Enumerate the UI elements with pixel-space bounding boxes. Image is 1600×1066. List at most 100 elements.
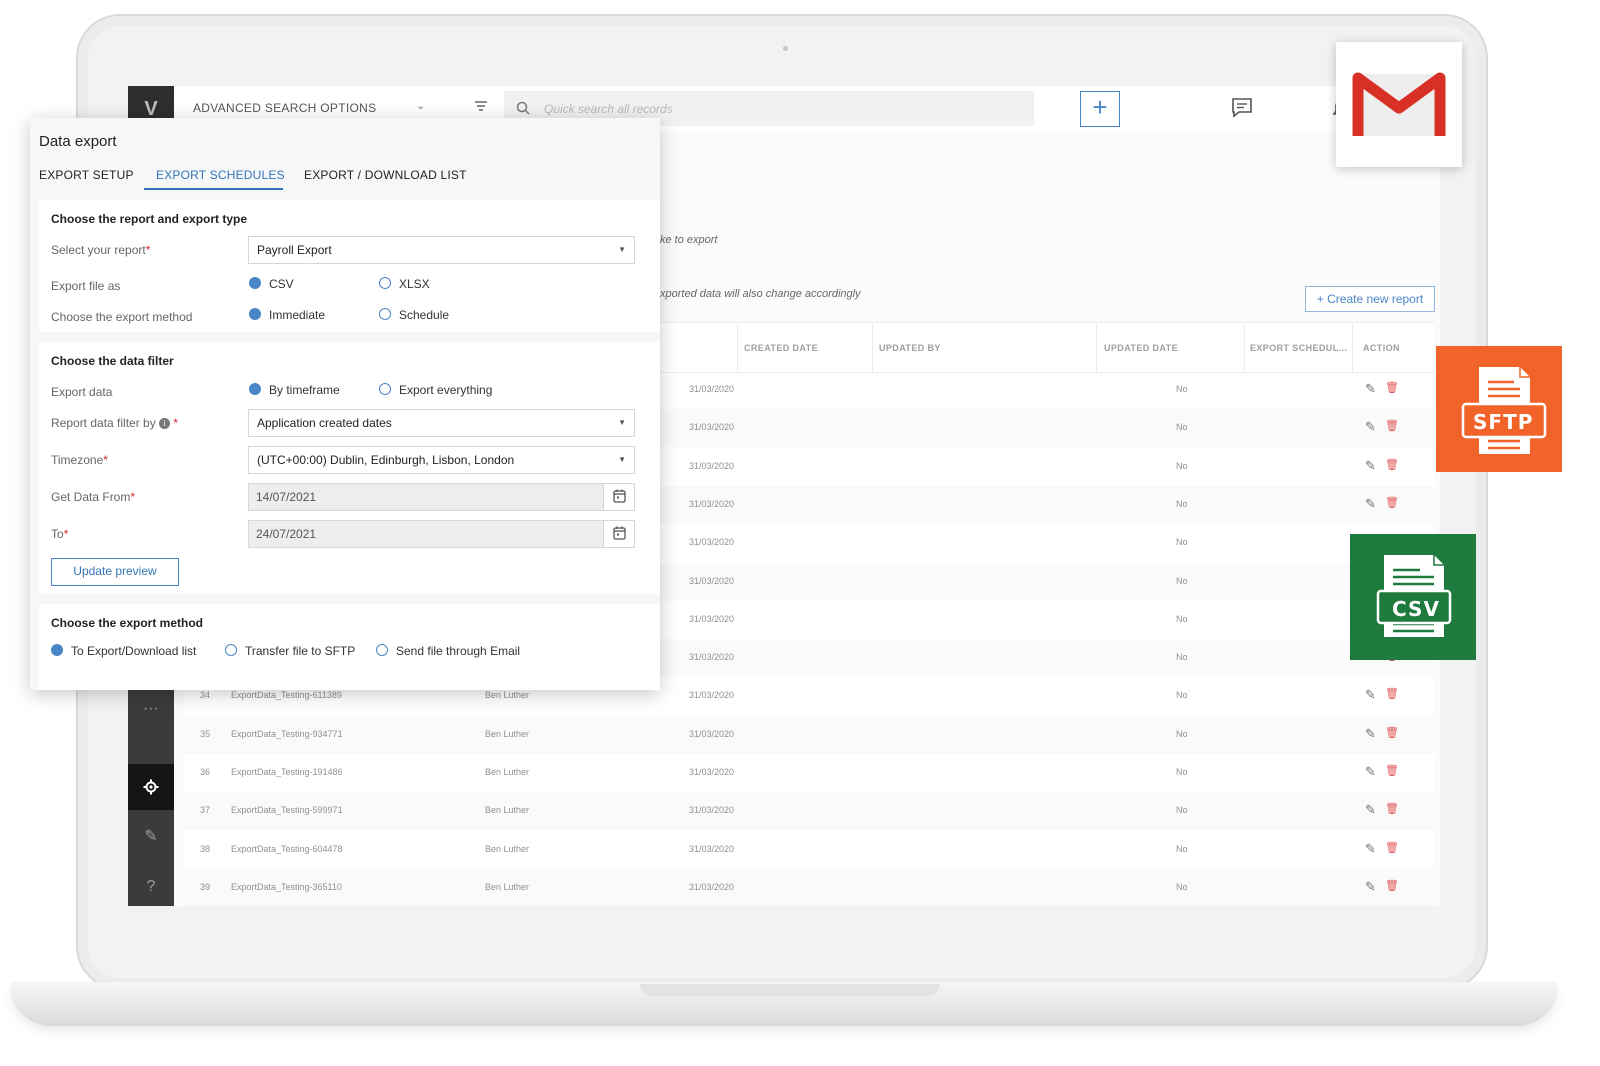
- export-format-label: Export file as: [51, 279, 121, 293]
- row-report-name: ExportData_Testing-934771: [231, 728, 343, 739]
- chevron-down-icon[interactable]: ⌄: [416, 99, 425, 112]
- trash-icon[interactable]: 🗑: [1385, 726, 1399, 739]
- row-created-date: 31/03/2020: [689, 767, 735, 777]
- col-export-schedule[interactable]: EXPORT SCHEDUL...: [1250, 343, 1347, 353]
- timing-radio-immediate[interactable]: Immediate: [249, 308, 325, 322]
- edit-icon[interactable]: ✎: [1365, 687, 1376, 703]
- trash-icon[interactable]: 🗑: [1385, 458, 1399, 471]
- trash-icon[interactable]: 🗑: [1385, 419, 1399, 432]
- method-radio-sftp[interactable]: Transfer file to SFTP: [225, 644, 355, 658]
- row-export-scheduled: No: [1176, 843, 1188, 854]
- active-tab-indicator: [144, 188, 283, 190]
- calendar-icon[interactable]: [603, 484, 634, 510]
- method-radio-email[interactable]: Send file through Email: [376, 644, 520, 658]
- row-id: 38: [200, 843, 211, 854]
- advanced-search-label[interactable]: ADVANCED SEARCH OPTIONS: [193, 101, 376, 115]
- trash-icon[interactable]: 🗑: [1385, 879, 1399, 892]
- row-export-scheduled: No: [1176, 384, 1188, 394]
- add-button[interactable]: +: [1080, 91, 1120, 127]
- timezone-label-text: Timezone: [51, 453, 104, 467]
- gear-icon-svg: [143, 779, 159, 795]
- row-created-by: Ben Luther: [485, 805, 530, 816]
- filter-by-select[interactable]: Application created dates ▼: [248, 409, 635, 437]
- csv-badge: CSV: [1350, 534, 1476, 660]
- trash-icon[interactable]: 🗑: [1385, 841, 1399, 854]
- filter-by-select-value: Application created dates: [257, 416, 392, 430]
- required-marker: *: [130, 490, 136, 504]
- export-data-radio-timeframe[interactable]: By timeframe: [249, 383, 340, 397]
- col-updated-date[interactable]: UPDATED DATE: [1104, 343, 1178, 353]
- to-date-input[interactable]: 24/07/2021: [248, 520, 635, 548]
- info-icon[interactable]: i: [159, 418, 171, 429]
- sftp-label: SFTP: [1473, 410, 1534, 434]
- row-created-by: Ben Luther: [485, 881, 530, 892]
- section-title-filter: Choose the data filter: [51, 354, 174, 368]
- pencil-icon[interactable]: ✎: [128, 814, 174, 860]
- trash-icon[interactable]: 🗑: [1385, 687, 1399, 700]
- table-row[interactable]: 37 ExportData_Testing-599971 Ben Luther 31/…: [184, 792, 1434, 831]
- table-row[interactable]: 39 ExportData_Testing-365110 Ben Luther 31/…: [184, 868, 1434, 906]
- table-row[interactable]: 35 ExportData_Testing-934771 Ben Luther 31/…: [184, 715, 1434, 754]
- to-date-label: To*: [51, 527, 68, 541]
- update-preview-button[interactable]: Update preview: [51, 558, 179, 586]
- edit-icon[interactable]: ✎: [1365, 764, 1376, 780]
- row-report-name: ExportData_Testing-599971: [231, 805, 343, 816]
- row-created-date: 31/03/2020: [689, 881, 735, 892]
- timezone-select[interactable]: (UTC+00:00) Dublin, Edinburgh, Lisbon, L…: [248, 446, 635, 474]
- create-new-report-button[interactable]: + Create new report: [1305, 286, 1435, 312]
- row-created-date: 31/03/2020: [689, 422, 735, 433]
- timezone-select-value: (UTC+00:00) Dublin, Edinburgh, Lisbon, L…: [257, 453, 515, 467]
- row-created-date: 31/03/2020: [689, 575, 735, 586]
- edit-icon[interactable]: ✎: [1365, 419, 1376, 435]
- trash-icon[interactable]: 🗑: [1385, 381, 1399, 394]
- report-select[interactable]: Payroll Export ▼: [248, 236, 635, 264]
- col-created-date[interactable]: CREATED DATE: [744, 343, 818, 353]
- edit-icon[interactable]: ✎: [1365, 726, 1376, 742]
- filter-icon[interactable]: [474, 99, 488, 113]
- chat-icon[interactable]: [1230, 96, 1254, 120]
- edit-icon[interactable]: ✎: [1365, 841, 1376, 857]
- export-data-radio-everything[interactable]: Export everything: [379, 383, 492, 397]
- row-created-date: 31/03/2020: [689, 728, 735, 739]
- row-export-scheduled: No: [1176, 537, 1188, 548]
- trash-icon[interactable]: 🗑: [1385, 764, 1399, 777]
- row-report-name: ExportData_Testing-365110: [231, 881, 342, 892]
- row-created-date: 31/03/2020: [689, 843, 735, 854]
- row-created-date: 31/03/2020: [689, 690, 735, 701]
- row-created-date: 31/03/2020: [689, 613, 735, 624]
- row-created-by: Ben Luther: [485, 843, 530, 854]
- row-created-date: 31/03/2020: [689, 460, 735, 471]
- method-radio-download-list[interactable]: To Export/Download list: [51, 644, 196, 658]
- edit-icon[interactable]: ✎: [1365, 458, 1376, 474]
- from-date-input[interactable]: 14/07/2021: [248, 483, 635, 511]
- edit-icon[interactable]: ✎: [1365, 802, 1376, 818]
- gear-icon[interactable]: [128, 764, 174, 810]
- col-updated-by[interactable]: UPDATED BY: [879, 343, 941, 353]
- more-icon[interactable]: ···: [128, 686, 174, 732]
- edit-icon[interactable]: ✎: [1365, 879, 1376, 895]
- laptop-base-notch: [640, 984, 940, 996]
- calendar-icon[interactable]: [603, 521, 634, 547]
- tab-export-schedules[interactable]: EXPORT SCHEDULES: [156, 168, 285, 182]
- row-export-scheduled: No: [1176, 805, 1188, 816]
- row-created-date: 31/03/2020: [689, 498, 735, 509]
- timing-radio-schedule[interactable]: Schedule: [379, 308, 449, 322]
- edit-icon[interactable]: ✎: [1365, 381, 1376, 397]
- row-export-scheduled: No: [1176, 460, 1188, 471]
- tab-export-setup[interactable]: EXPORT SETUP: [39, 168, 134, 182]
- column-divider: [872, 323, 873, 373]
- caret-down-icon: ▼: [618, 455, 626, 464]
- trash-icon[interactable]: 🗑: [1385, 496, 1399, 509]
- export-timing-label: Choose the export method: [51, 310, 193, 324]
- trash-icon[interactable]: 🗑: [1385, 802, 1399, 815]
- format-radio-csv[interactable]: CSV: [249, 277, 294, 291]
- table-row[interactable]: 38 ExportData_Testing-604478 Ben Luther 31/…: [184, 831, 1434, 869]
- camera-dot: [783, 46, 788, 51]
- search-icon: [516, 101, 530, 115]
- edit-icon[interactable]: ✎: [1365, 496, 1376, 512]
- table-row[interactable]: 36 ExportData_Testing-191486 Ben Luther 31/…: [184, 754, 1434, 792]
- format-radio-xlsx[interactable]: XLSX: [379, 277, 430, 291]
- tab-export-download-list[interactable]: EXPORT / DOWNLOAD LIST: [304, 168, 467, 182]
- help-icon[interactable]: ?: [128, 864, 174, 906]
- row-created-date: 31/03/2020: [689, 537, 735, 548]
